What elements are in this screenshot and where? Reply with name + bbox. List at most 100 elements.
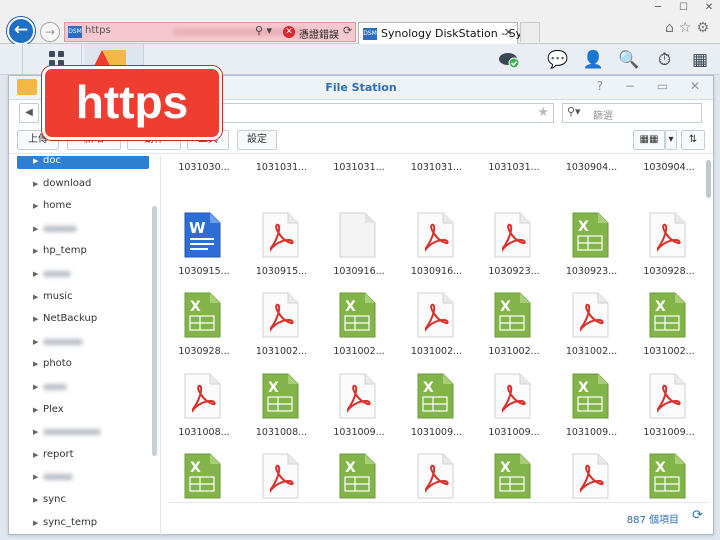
- file-name: 1030904...: [565, 162, 618, 173]
- ie-toolbar-icons[interactable]: ⌂☆⚙: [665, 20, 714, 36]
- file-item[interactable]: 1031002...: [398, 290, 476, 370]
- settings-button[interactable]: 設定: [237, 130, 277, 150]
- back-button[interactable]: ←: [7, 17, 35, 45]
- expand-caret-icon[interactable]: ▶: [33, 289, 38, 305]
- tree-item[interactable]: ▶ download: [17, 176, 149, 192]
- file-grid-scrollbar[interactable]: [706, 160, 711, 198]
- filter-search-icon[interactable]: ⚲▾: [567, 105, 581, 118]
- tree-item[interactable]: ▶ report: [17, 447, 149, 463]
- expand-caret-icon[interactable]: ▶: [33, 243, 38, 259]
- file-item[interactable]: X 1030928...: [165, 290, 243, 370]
- resource-monitor-icon[interactable]: ⏱: [653, 48, 677, 72]
- view-mode-dropdown-icon[interactable]: ▾: [665, 130, 677, 150]
- maximize-icon[interactable]: ☐: [673, 1, 695, 15]
- file-item[interactable]: 1030916...: [398, 210, 476, 290]
- tree-item[interactable]: ▶ Plex: [17, 402, 149, 418]
- expand-caret-icon[interactable]: ▶: [33, 424, 38, 440]
- minimize-icon[interactable]: ─: [647, 1, 669, 15]
- tree-item[interactable]: ▶ sync_temp: [17, 515, 149, 531]
- tree-item[interactable]: ▶: [17, 424, 149, 440]
- tree-item[interactable]: ▶ photo: [17, 356, 149, 372]
- file-item[interactable]: X1031012...: [320, 451, 398, 506]
- expand-caret-icon[interactable]: ▶: [33, 266, 38, 282]
- expand-caret-icon[interactable]: ▶: [33, 515, 38, 531]
- expand-caret-icon[interactable]: ▶: [33, 356, 38, 372]
- tree-item[interactable]: ▶: [17, 266, 149, 282]
- sort-icon[interactable]: ⇅: [681, 130, 705, 150]
- expand-caret-icon[interactable]: ▶: [33, 447, 38, 463]
- user-icon[interactable]: 👤: [582, 48, 606, 72]
- tree-item[interactable]: ▶: [17, 334, 149, 350]
- folder-tree-scrollbar[interactable]: [152, 206, 157, 456]
- tree-item[interactable]: ▶: [17, 379, 149, 395]
- file-item[interactable]: W 1030915...: [165, 210, 243, 290]
- refresh-list-icon[interactable]: ⟳: [692, 508, 703, 523]
- tree-item[interactable]: ▶: [17, 469, 149, 485]
- address-url[interactable]: https: [85, 25, 111, 36]
- browser-tab[interactable]: DSM Synology DiskStation - Sy... ✕: [358, 22, 531, 44]
- widgets-icon[interactable]: ▦: [688, 48, 712, 72]
- tab-close-icon[interactable]: ✕: [504, 26, 513, 39]
- certificate-error-icon[interactable]: ✕: [283, 26, 295, 38]
- certificate-error-label[interactable]: 憑證錯誤: [299, 26, 339, 41]
- file-item[interactable]: 1031008...: [165, 371, 243, 451]
- expand-caret-icon[interactable]: ▶: [33, 176, 38, 192]
- file-item[interactable]: 1031013...: [553, 451, 631, 506]
- expand-caret-icon[interactable]: ▶: [33, 402, 38, 418]
- file-item[interactable]: 1031002...: [243, 290, 321, 370]
- new-tab-button[interactable]: [520, 22, 540, 42]
- expand-caret-icon[interactable]: ▶: [33, 469, 38, 485]
- file-item[interactable]: X1031012...: [475, 451, 553, 506]
- search-dropdown-icon[interactable]: ⚲ ▾: [255, 24, 272, 37]
- file-item[interactable]: 1031012...: [398, 451, 476, 506]
- file-name: 1031031...: [255, 162, 308, 173]
- back-arrow-icon[interactable]: ◀: [19, 103, 39, 123]
- file-item[interactable]: 1031009...: [320, 371, 398, 451]
- tree-item[interactable]: ▶ music: [17, 289, 149, 305]
- tree-item[interactable]: ▶ hp_temp: [17, 243, 149, 259]
- file-item[interactable]: 1030916...: [320, 210, 398, 290]
- expand-caret-icon[interactable]: ▶: [33, 492, 38, 508]
- refresh-icon[interactable]: ⟳: [343, 24, 352, 37]
- favorite-star-icon[interactable]: ★: [537, 105, 549, 120]
- close-window-icon[interactable]: ✕: [698, 1, 720, 15]
- tree-item[interactable]: ▶: [17, 221, 149, 237]
- expand-caret-icon[interactable]: ▶: [33, 379, 38, 395]
- excel-file-icon: X: [647, 453, 687, 499]
- expand-caret-icon[interactable]: ▶: [33, 311, 38, 327]
- messages-icon[interactable]: 💬: [546, 48, 570, 72]
- file-name: 1030915...: [178, 265, 230, 277]
- file-item[interactable]: X1031009...: [165, 451, 243, 506]
- expand-caret-icon[interactable]: ▶: [33, 221, 38, 237]
- file-item[interactable]: 1031009...: [630, 371, 705, 451]
- file-item[interactable]: X 1031002...: [475, 290, 553, 370]
- file-item[interactable]: 1030915...: [243, 210, 321, 290]
- expand-caret-icon[interactable]: ▶: [33, 198, 38, 214]
- file-item[interactable]: X 1031008...: [243, 371, 321, 451]
- tree-item[interactable]: ▶ NetBackup: [17, 311, 149, 327]
- forward-button[interactable]: →: [40, 22, 60, 42]
- expand-caret-icon[interactable]: ▶: [33, 334, 38, 350]
- file-item[interactable]: 1031009...: [475, 371, 553, 451]
- file-item[interactable]: 1031002...: [553, 290, 631, 370]
- file-item[interactable]: X1031009...: [398, 371, 476, 451]
- file-item[interactable]: X 1031002...: [320, 290, 398, 370]
- file-item[interactable]: 1030923...: [475, 210, 553, 290]
- file-item[interactable]: 1030928...: [630, 210, 705, 290]
- file-item[interactable]: X 1030923...: [553, 210, 631, 290]
- file-item[interactable]: X1031013...: [630, 451, 705, 506]
- expand-caret-icon[interactable]: ▶: [33, 156, 38, 169]
- tree-item[interactable]: ▶ home: [17, 198, 149, 214]
- file-item[interactable]: X 1031002...: [630, 290, 705, 370]
- cloud-sync-icon[interactable]: [498, 49, 520, 69]
- file-item[interactable]: 1031012...: [243, 451, 321, 506]
- file-name: 1030915...: [255, 265, 308, 277]
- tree-item[interactable]: ▶ sync: [17, 492, 149, 508]
- address-bar[interactable]: DSM https ⚲ ▾ ✕ 憑證錯誤 ⟳: [64, 22, 356, 42]
- view-mode-icon[interactable]: ▦▦: [633, 130, 665, 150]
- file-item[interactable]: X1031009...: [553, 371, 631, 451]
- filter-input[interactable]: ⚲▾ 篩選: [562, 103, 702, 123]
- search-icon[interactable]: 🔍: [617, 48, 641, 72]
- tree-item[interactable]: ▶ doc: [17, 156, 149, 169]
- window-controls-icons[interactable]: ? − ▭ ✕: [597, 79, 709, 93]
